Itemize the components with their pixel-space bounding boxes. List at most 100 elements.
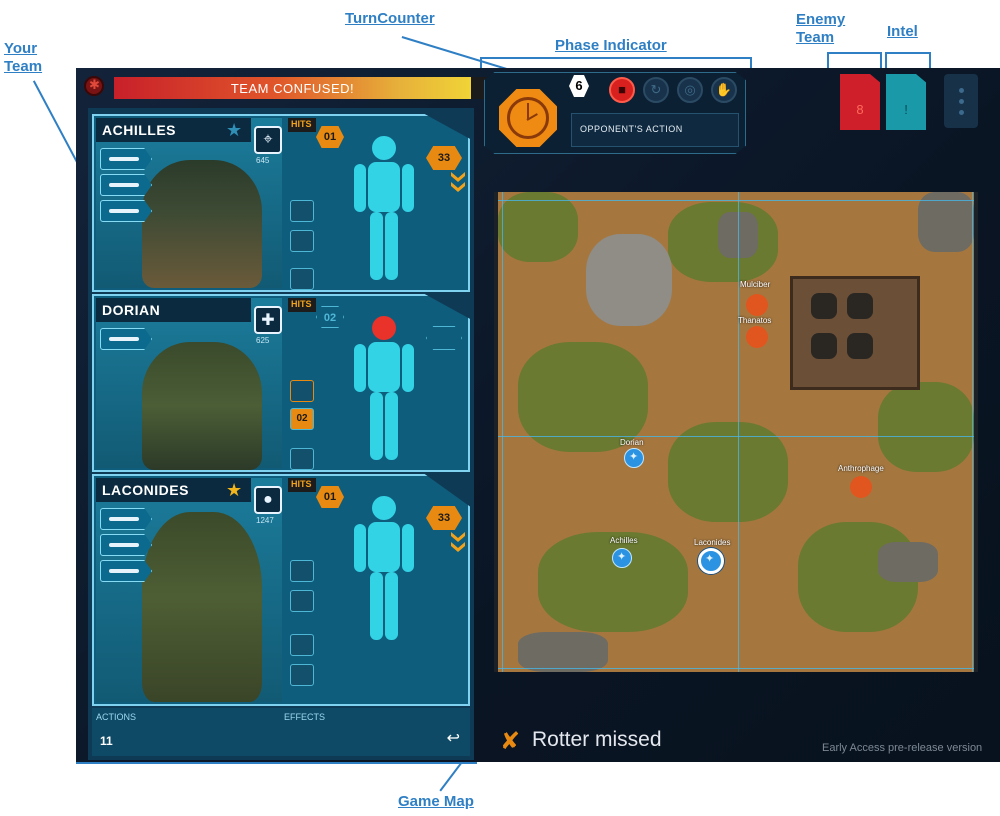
team-card-laconides[interactable]: LACONIDES ★ ● 1247 HITS 01 33: [92, 474, 470, 706]
friendly-unit-marker[interactable]: [624, 448, 644, 468]
star-icon[interactable]: ★: [226, 480, 242, 501]
rank-chevron-icon: [451, 182, 465, 192]
weapon-slot-pistol-icon[interactable]: [100, 534, 152, 556]
soldier-portrait-image: [142, 512, 262, 702]
actions-value: 11: [100, 734, 113, 748]
hits-value: 01: [316, 486, 344, 508]
effect-slot: [290, 590, 314, 612]
annotation-line: [33, 80, 81, 168]
faction-emblem-icon: [84, 76, 104, 96]
enemy-unit-marker[interactable]: [850, 476, 872, 498]
team-card-achilles[interactable]: ACHILLES ★ ⌖ 645 HITS 01 33: [92, 114, 470, 292]
terrain-grass: [498, 192, 578, 262]
undo-arrow-icon[interactable]: ↩: [447, 728, 460, 748]
enemy-unit-label: Mulciber: [740, 280, 771, 289]
unit-name: DORIAN: [96, 298, 251, 322]
terrain-rubble: [878, 542, 938, 582]
game-window: TEAM CONFUSED! ACHILLES ★ ⌖ 645 HITS 01: [76, 68, 1000, 762]
annotation-game-map: Game Map: [398, 793, 474, 810]
friendly-unit-label: Achilles: [610, 536, 638, 545]
effect-slot: [290, 560, 314, 582]
combat-log-message: Rotter missed: [532, 728, 662, 751]
weapon-slot-launcher-icon[interactable]: [100, 328, 152, 350]
intel-icon: !: [904, 102, 908, 117]
effect-slot: [290, 380, 314, 402]
stop-icon[interactable]: ■: [609, 77, 635, 103]
screenshot-root: Your Team TurnCounter Phase Indicator En…: [0, 0, 1000, 816]
map-grid-line: [972, 192, 973, 672]
intel-tab[interactable]: !: [886, 74, 926, 130]
star-icon[interactable]: ★: [226, 120, 242, 141]
terrain-building: [790, 276, 920, 390]
hits-label: HITS: [288, 118, 316, 132]
unit-points: 625: [256, 336, 270, 345]
friendly-unit-label: Dorian: [620, 438, 644, 447]
effect-slot: [290, 200, 314, 222]
target-icon[interactable]: ◎: [677, 77, 703, 103]
effect-slot: [290, 664, 314, 686]
rank-chevron-icon: [451, 532, 465, 542]
terrain-grass: [538, 532, 688, 632]
map-grid-line: [498, 200, 974, 201]
turn-counter: 6: [569, 75, 589, 97]
soldier-portrait-image: [142, 160, 262, 288]
hits-label: HITS: [288, 478, 316, 492]
weapon-slot-pistol-icon[interactable]: [100, 148, 152, 170]
menu-dots-icon[interactable]: [944, 74, 978, 128]
medic-cross-icon: ✚: [254, 306, 282, 334]
map-grid-line: [502, 192, 503, 672]
soldier-portrait-image: [142, 342, 262, 470]
enemy-unit-label: Anthrophage: [838, 464, 884, 473]
weapon-slot-rifle-icon[interactable]: [100, 508, 152, 530]
refresh-icon[interactable]: ↻: [643, 77, 669, 103]
enemy-unit-marker[interactable]: [746, 294, 768, 316]
crosshair-icon: ⌖: [254, 126, 282, 154]
effect-slot: [290, 634, 314, 656]
weapon-slot-rifle-icon[interactable]: [100, 174, 152, 196]
unit-points: 1247: [256, 516, 274, 525]
hand-icon[interactable]: ✋: [711, 77, 737, 103]
team-card-dorian[interactable]: DORIAN ✚ 625 HITS 02 02: [92, 294, 470, 472]
terrain-rubble: [518, 632, 608, 672]
enemy-team-tab[interactable]: 8: [840, 74, 880, 130]
annotation-phase-indicator: Phase Indicator: [555, 37, 667, 54]
effects-label: EFFECTS: [284, 712, 326, 722]
selected-unit-marker[interactable]: [698, 548, 724, 574]
friendly-unit-label: Laconides: [694, 538, 731, 547]
annotation-your-team: Your Team: [4, 40, 43, 75]
terrain-grass: [668, 422, 788, 522]
weapon-slot-blade-icon[interactable]: [100, 560, 152, 582]
enemy-team-icon: 8: [856, 102, 864, 117]
rank-chevron-icon: [451, 172, 465, 182]
enemy-unit-label: Thanatos: [738, 316, 772, 325]
annotation-enemy-team: Enemy Team: [796, 11, 846, 46]
body-hit-diagram: [354, 496, 414, 640]
armor-value: 33: [426, 146, 462, 170]
terrain-grass: [878, 382, 974, 472]
body-hit-diagram: [354, 136, 414, 280]
weapon-slot-blade-icon[interactable]: [100, 200, 152, 222]
phase-indicator: 6 ■ ↻ ◎ ✋ OPPONENT'S ACTION: [484, 72, 746, 154]
armor-value: [426, 326, 462, 350]
crossed-swords-icon: ✘: [499, 728, 521, 755]
body-hit-diagram: [354, 316, 414, 460]
rank-chevron-icon: [451, 542, 465, 552]
terrain-crater: [586, 234, 672, 326]
effect-slot: [290, 448, 314, 470]
status-banner: TEAM CONFUSED!: [114, 77, 471, 99]
phase-label: OPPONENT'S ACTION: [571, 113, 739, 147]
map-grid-line: [498, 436, 974, 437]
enemy-unit-marker[interactable]: [746, 326, 768, 348]
hits-value: 01: [316, 126, 344, 148]
hits-counter-badge: 02: [290, 408, 314, 430]
armor-value: 33: [426, 506, 462, 530]
annotation-turn-counter: TurnCounter: [345, 10, 435, 27]
team-footer: ACTIONS 11 EFFECTS ↩: [92, 708, 470, 756]
map-grid-line: [738, 192, 739, 672]
effect-slot: [290, 268, 314, 290]
effect-slot: [290, 230, 314, 252]
terrain-rubble: [918, 192, 974, 252]
game-map[interactable]: Mulciber Thanatos Anthrophage Dorian Ach…: [498, 192, 974, 672]
friendly-unit-marker[interactable]: [612, 548, 632, 568]
actions-label: ACTIONS: [96, 712, 137, 722]
